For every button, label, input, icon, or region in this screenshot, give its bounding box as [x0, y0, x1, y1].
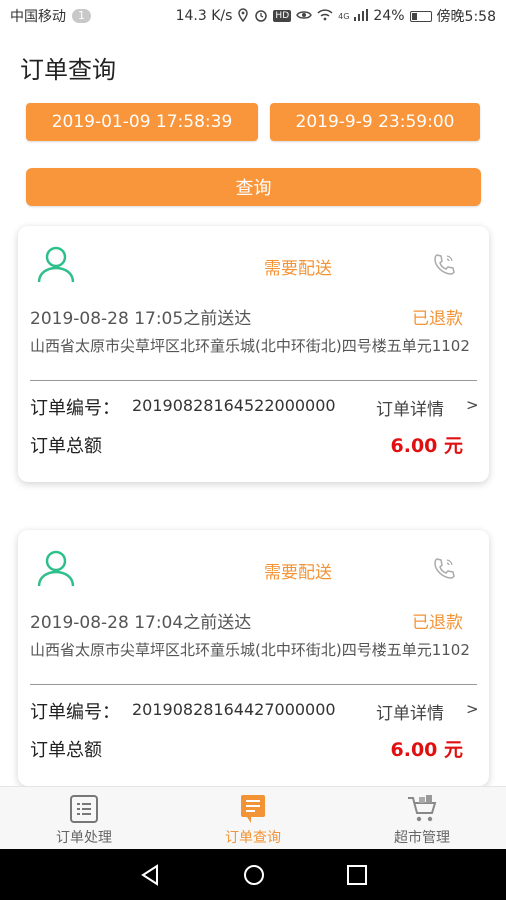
tab-order-query[interactable]: 订单查询	[169, 787, 337, 850]
order-card[interactable]: 需要配送 2019-08-28 17:05之前送达 已退款 山西省太原市尖草坪区…	[18, 226, 489, 482]
delivery-deadline: 2019-08-28 17:04之前送达	[30, 613, 252, 633]
order-total-label: 订单总额	[30, 740, 102, 761]
order-number-label: 订单编号：	[30, 398, 120, 419]
query-button[interactable]: 查询	[26, 168, 481, 206]
divider	[30, 380, 477, 381]
order-number-label: 订单编号：	[30, 702, 120, 723]
delivery-type: 需要配送	[264, 259, 332, 279]
network-speed: 14.3 K/s	[175, 8, 233, 24]
delivery-deadline: 2019-08-28 17:05之前送达	[30, 309, 252, 329]
bottom-tab-bar: 订单处理 订单查询 超市管理	[0, 786, 506, 849]
order-detail-link[interactable]: 订单详情	[376, 395, 444, 420]
order-number-value: 20190828164427000000	[132, 700, 336, 719]
tab-market-management[interactable]: 超市管理	[338, 787, 506, 850]
tab-label: 超市管理	[394, 830, 450, 846]
order-detail-link[interactable]: 订单详情	[376, 699, 444, 724]
battery-icon	[409, 10, 432, 22]
chevron-right-icon[interactable]: >	[466, 396, 479, 414]
status-right: 14.3 K/s HD 4G 24% 傍晚5:58	[176, 6, 496, 26]
location-icon	[237, 7, 249, 25]
order-status: 已退款	[412, 613, 463, 633]
delivery-address: 山西省太原市尖草坪区北环童乐城(北中环街北)四号楼五单元1102	[30, 641, 470, 659]
notification-badge: 1	[72, 9, 91, 23]
page-title: 订单查询	[20, 56, 116, 84]
order-total-value: 6.00 元	[390, 739, 464, 761]
recents-icon[interactable]	[346, 864, 368, 886]
order-status: 已退款	[412, 309, 463, 329]
chevron-right-icon[interactable]: >	[466, 700, 479, 718]
divider	[30, 684, 477, 685]
delivery-address: 山西省太原市尖草坪区北环童乐城(北中环街北)四号楼五单元1102	[30, 337, 470, 355]
alarm-icon	[254, 8, 268, 25]
user-avatar-icon	[36, 548, 76, 588]
clock: 傍晚5:58	[436, 9, 496, 25]
order-total-label: 订单总额	[30, 436, 102, 457]
order-total-value: 6.00 元	[390, 435, 464, 457]
tab-label: 订单处理	[56, 830, 112, 846]
home-icon[interactable]	[242, 863, 266, 887]
delivery-type: 需要配送	[264, 563, 332, 583]
phone-icon[interactable]	[432, 556, 456, 580]
phone-icon[interactable]	[432, 252, 456, 276]
system-navigation-bar	[0, 849, 506, 900]
receipt-icon	[237, 793, 269, 825]
battery-percent: 24%	[373, 8, 405, 24]
back-icon[interactable]	[138, 863, 162, 887]
signal-bars-icon	[354, 8, 369, 24]
user-avatar-icon	[36, 244, 76, 284]
signal-icon: 4G	[338, 11, 350, 21]
end-date-button[interactable]: 2019-9-9 23:59:00	[270, 103, 480, 141]
carrier-name: 中国移动	[10, 9, 66, 25]
hd-icon: HD	[273, 10, 292, 22]
order-number-value: 20190828164522000000	[132, 396, 336, 415]
tab-label: 订单查询	[225, 830, 281, 846]
status-bar: 中国移动 1 14.3 K/s HD 4G 24% 傍晚5:58	[0, 0, 506, 32]
start-date-button[interactable]: 2019-01-09 17:58:39	[26, 103, 258, 141]
tab-order-processing[interactable]: 订单处理	[0, 787, 168, 850]
clipboard-icon	[68, 793, 100, 825]
wifi-icon	[317, 8, 333, 24]
status-left: 中国移动 1	[10, 6, 91, 26]
cart-icon	[406, 793, 438, 825]
eye-icon	[296, 9, 312, 24]
order-card[interactable]: 需要配送 2019-08-28 17:04之前送达 已退款 山西省太原市尖草坪区…	[18, 530, 489, 786]
